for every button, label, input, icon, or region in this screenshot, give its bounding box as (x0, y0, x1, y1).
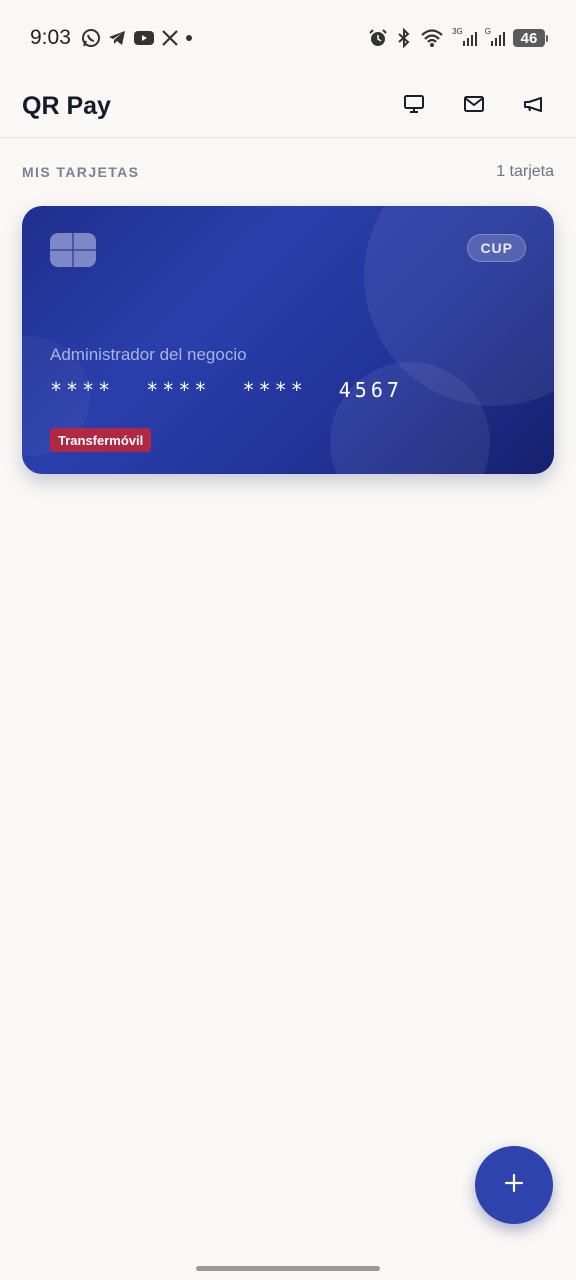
wifi-icon (420, 28, 444, 48)
bluetooth-icon (396, 28, 412, 48)
card-number: **** **** **** 4567 (50, 378, 403, 402)
battery-icon: 46 (513, 29, 548, 47)
status-time: 9:03 (30, 26, 71, 49)
announcements-button[interactable] (514, 87, 554, 127)
cards-section-header: MIS TARJETAS 1 tarjeta (22, 160, 554, 184)
currency-badge: CUP (467, 234, 526, 262)
status-bar-left: 9:03 (30, 26, 193, 50)
app-title: QR Pay (22, 92, 111, 120)
monitor-icon (402, 92, 426, 121)
plus-icon (503, 1172, 525, 1199)
section-title: MIS TARJETAS (22, 164, 140, 180)
alarm-icon (368, 28, 388, 48)
card-holder: Administrador del negocio (50, 345, 247, 364)
whatsapp-icon (81, 28, 101, 48)
home-indicator[interactable] (196, 1266, 380, 1271)
telegram-icon (107, 28, 127, 48)
add-card-button[interactable] (475, 1146, 553, 1224)
provider-badge: Transfermóvil (50, 428, 152, 452)
card-count: 1 tarjeta (496, 163, 554, 180)
dot-icon (185, 34, 193, 42)
card-chip-icon (50, 233, 96, 267)
signal-g-icon: G (484, 26, 505, 46)
app-bar: QR Pay (0, 76, 576, 138)
status-bar-right: 3G G 46 (368, 26, 548, 48)
youtube-icon (133, 29, 155, 47)
mail-icon (462, 92, 486, 121)
net-label-3g: 3G (452, 26, 463, 36)
payment-card[interactable]: CUP Administrador del negocio **** **** … (22, 206, 554, 474)
status-bar: 9:03 3G G 46 (0, 0, 576, 76)
mail-button[interactable] (454, 87, 494, 127)
app-actions (394, 87, 554, 127)
signal-3g-icon: 3G (452, 26, 477, 46)
monitor-button[interactable] (394, 87, 434, 127)
megaphone-icon (522, 92, 546, 121)
battery-level: 46 (513, 29, 545, 47)
x-icon (161, 29, 179, 47)
net-label-g: G (484, 26, 491, 36)
